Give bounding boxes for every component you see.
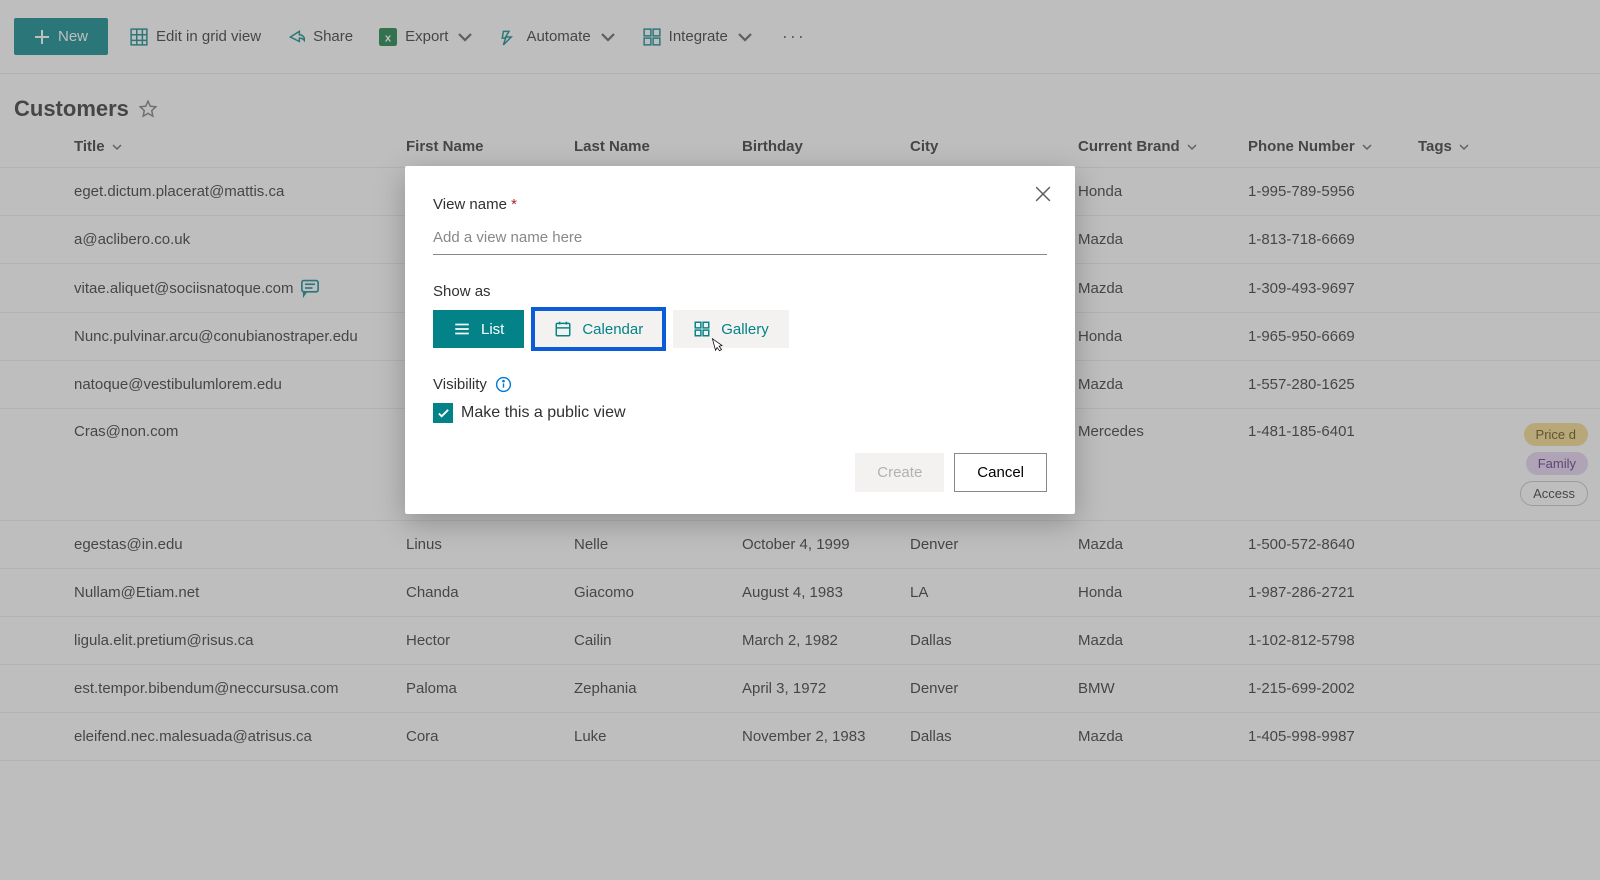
option-list[interactable]: List xyxy=(433,310,524,348)
option-calendar[interactable]: Calendar xyxy=(534,310,663,348)
option-calendar-label: Calendar xyxy=(582,321,643,338)
public-label: Make this a public view xyxy=(461,404,626,422)
check-icon xyxy=(437,407,450,420)
option-list-label: List xyxy=(481,321,504,338)
gallery-icon xyxy=(693,320,711,338)
list-icon xyxy=(453,320,471,338)
close-icon xyxy=(1035,186,1051,202)
option-gallery-label: Gallery xyxy=(721,321,769,338)
calendar-icon xyxy=(554,320,572,338)
show-as-options: List Calendar Gallery xyxy=(433,310,1047,348)
info-icon[interactable] xyxy=(495,376,512,393)
public-checkbox[interactable] xyxy=(433,403,453,423)
cancel-button[interactable]: Cancel xyxy=(954,453,1047,492)
close-button[interactable] xyxy=(1029,180,1057,208)
page-root: New Edit in grid view Share x Export Aut… xyxy=(0,0,1600,880)
view-name-input[interactable] xyxy=(433,223,1047,255)
show-as-label: Show as xyxy=(433,283,1047,300)
visibility-label: Visibility xyxy=(433,376,487,393)
view-name-label: View name * xyxy=(433,196,1047,213)
create-button[interactable]: Create xyxy=(855,453,944,492)
create-view-dialog: View name * Show as List Calendar Galler… xyxy=(405,166,1075,514)
option-gallery[interactable]: Gallery xyxy=(673,310,789,348)
